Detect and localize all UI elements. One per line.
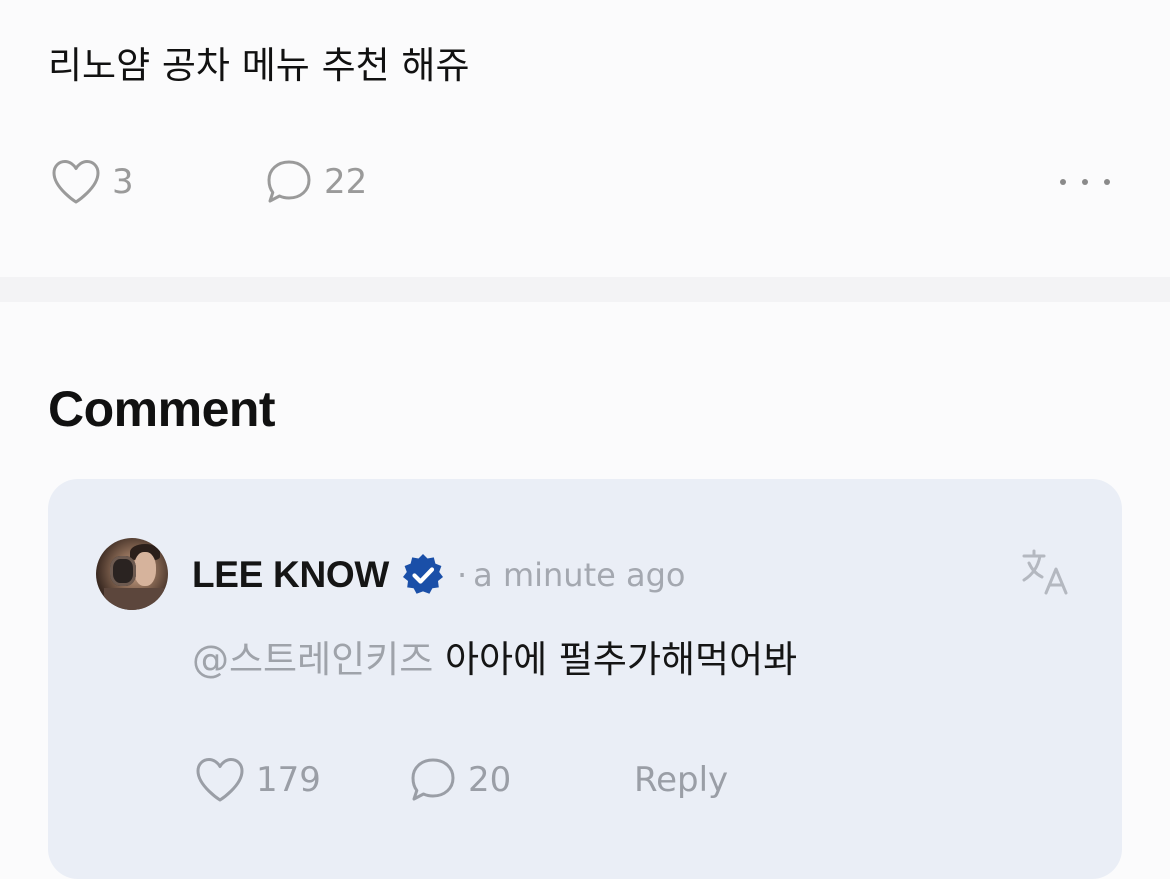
- verified-badge-icon: [402, 554, 443, 594]
- comment-author-row: LEE KNOW · a minute ago: [192, 551, 685, 599]
- comment-card: LEE KNOW · a minute ago @스트레인키즈 아아에 펄추가해…: [48, 479, 1122, 879]
- post-like-button[interactable]: 3: [50, 156, 134, 208]
- speech-bubble-icon: [411, 758, 455, 801]
- comment-section-heading: Comment: [48, 381, 276, 437]
- more-options-button[interactable]: [1060, 168, 1110, 196]
- comment-body: 아아에 펄추가해먹어봐: [445, 638, 798, 681]
- avatar[interactable]: [96, 538, 168, 610]
- heart-outline-icon: [52, 160, 100, 204]
- post-like-count: 3: [112, 162, 134, 202]
- comment-actions: 179 20 Reply: [194, 754, 894, 806]
- section-divider: [0, 277, 1170, 302]
- post-comment-button[interactable]: 22: [264, 156, 367, 208]
- comment-like-count: 179: [256, 760, 321, 800]
- comment-mention[interactable]: @스트레인키즈: [192, 638, 433, 681]
- comment-like-button[interactable]: 179: [194, 754, 321, 806]
- post-text: 리노얌 공차 메뉴 추천 해쥬: [48, 44, 470, 87]
- speech-bubble-icon: [267, 160, 311, 203]
- more-horizontal-icon: [1060, 179, 1066, 185]
- translate-icon[interactable]: [1020, 547, 1072, 599]
- comment-text: @스트레인키즈 아아에 펄추가해먹어봐: [192, 634, 797, 686]
- comment-replies-button[interactable]: 20: [408, 754, 511, 806]
- post-comment-count: 22: [324, 162, 368, 202]
- comment-author-name[interactable]: LEE KNOW: [192, 554, 389, 596]
- post-actions: 3 22: [50, 156, 1120, 208]
- meta-separator: ·: [456, 556, 468, 594]
- post: 리노얌 공차 메뉴 추천 해쥬 3 22: [0, 0, 1170, 277]
- heart-outline-icon: [196, 758, 244, 802]
- reply-button[interactable]: Reply: [634, 754, 728, 806]
- comment-timestamp: a minute ago: [473, 556, 686, 594]
- comment-reply-count: 20: [468, 760, 512, 800]
